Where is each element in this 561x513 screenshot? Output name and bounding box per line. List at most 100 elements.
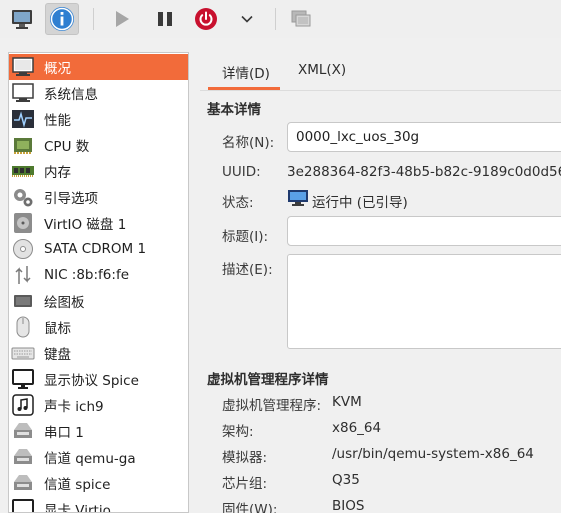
toolbar-separator (93, 8, 94, 30)
sidebar-item-system-info[interactable]: 系统信息 (9, 80, 188, 106)
firmware-label: 固件(W): (222, 502, 278, 513)
sidebar-item-serial-1[interactable]: 串口 1 (9, 418, 188, 444)
console-view-button[interactable] (5, 3, 39, 35)
chipset-value: Q35 (332, 472, 360, 488)
sidebar-item-label: 引导选项 (44, 191, 98, 207)
hypervisor-details-heading: 虚拟机管理程序详情 (207, 372, 329, 388)
boot-gears-icon (11, 185, 35, 209)
sidebar-item-label: NIC :8b:f6:fe (44, 267, 130, 283)
architecture-value: x86_64 (332, 420, 382, 436)
sidebar-item-memory[interactable]: 内存 (9, 158, 188, 184)
sound-card-icon (11, 393, 35, 417)
vm-details-window: 概况 系统信息 性能 CPU 数 内存 引导选项 VirtIO 磁盘 1 SAT… (0, 0, 561, 513)
memory-module-icon (11, 159, 35, 183)
sidebar-item-cpu[interactable]: CPU 数 (9, 132, 188, 158)
tab-details[interactable]: 详情(D) (222, 62, 270, 82)
hypervisor-value: KVM (332, 394, 362, 410)
sidebar-item-label: 性能 (44, 113, 71, 129)
sidebar-item-label: 显示协议 Spice (44, 373, 139, 389)
toolbar (0, 0, 561, 38)
system-info-monitor-icon (11, 81, 35, 105)
keyboard-icon (11, 341, 35, 365)
mouse-icon (11, 315, 35, 339)
pause-icon (158, 12, 172, 26)
running-monitor-icon (287, 189, 309, 211)
firmware-value: BIOS (332, 498, 365, 513)
sidebar-item-label: 系统信息 (44, 87, 98, 103)
sidebar-item-tablet[interactable]: 绘图板 (9, 288, 188, 314)
sidebar-item-label: 键盘 (44, 347, 71, 363)
tab-divider (200, 90, 561, 91)
monitor-icon (12, 10, 32, 29)
title-label: 标题(I): (222, 229, 269, 245)
name-label: 名称(N): (222, 135, 275, 151)
sidebar-item-virtio-disk[interactable]: VirtIO 磁盘 1 (9, 210, 188, 236)
uuid-label: UUID: (222, 164, 261, 180)
status-value: 运行中 (已引导) (312, 195, 408, 211)
snapshots-button[interactable] (284, 3, 318, 35)
sidebar-item-overview[interactable]: 概况 (9, 54, 188, 80)
sidebar-item-nic[interactable]: NIC :8b:f6:fe (9, 262, 188, 288)
display-monitor-icon (11, 367, 35, 391)
channel-qemu-ga-icon (11, 445, 35, 469)
chevron-down-icon (241, 15, 253, 23)
sidebar-item-label: CPU 数 (44, 139, 90, 155)
sidebar-item-label: 串口 1 (44, 425, 84, 441)
sidebar-item-label: 绘图板 (44, 295, 85, 311)
performance-graph-icon (11, 107, 35, 131)
sidebar-item-label: 鼠标 (44, 321, 71, 337)
cpu-chip-icon (11, 133, 35, 157)
sidebar-item-mouse[interactable]: 鼠标 (9, 314, 188, 340)
info-icon (50, 7, 74, 31)
shutdown-button[interactable] (189, 3, 223, 35)
chipset-label: 芯片组: (222, 476, 268, 492)
sidebar-item-display-spice[interactable]: 显示协议 Spice (9, 366, 188, 392)
power-icon (195, 8, 217, 30)
run-button[interactable] (105, 3, 139, 35)
emulator-value: /usr/bin/qemu-system-x86_64 (332, 446, 534, 462)
tab-bar: 详情(D) XML(X) (200, 52, 561, 90)
name-field[interactable] (287, 122, 561, 152)
tablet-icon (11, 289, 35, 313)
hypervisor-label: 虚拟机管理程序: (222, 398, 322, 414)
sidebar-item-boot-options[interactable]: 引导选项 (9, 184, 188, 210)
sidebar-item-label: SATA CDROM 1 (44, 241, 147, 257)
details-panel: 详情(D) XML(X) 基本详情 名称(N): UUID: 3e288364-… (200, 52, 561, 513)
sidebar-item-label: 声卡 ich9 (44, 399, 104, 415)
description-label: 描述(E): (222, 262, 273, 278)
network-arrows-icon (11, 263, 35, 287)
basic-details-heading: 基本详情 (207, 102, 261, 118)
uuid-value: 3e288364-82f3-48b5-b82c-9189c0d0d56f (287, 164, 561, 180)
description-field[interactable] (287, 254, 561, 349)
sidebar-item-label: 信道 spice (44, 477, 111, 493)
sidebar-item-label: 显卡 Virtio (44, 503, 111, 513)
sidebar-item-performance[interactable]: 性能 (9, 106, 188, 132)
sidebar-item-label: 内存 (44, 165, 71, 181)
channel-spice-icon (11, 471, 35, 495)
architecture-label: 架构: (222, 424, 254, 440)
tab-xml[interactable]: XML(X) (298, 62, 346, 78)
snapshot-icon (291, 10, 311, 27)
hard-disk-icon (11, 211, 35, 235)
details-view-button[interactable] (45, 3, 79, 35)
sidebar-item-channel-qemu-ga[interactable]: 信道 qemu-ga (9, 444, 188, 470)
title-field[interactable] (287, 216, 561, 246)
sidebar-item-sata-cdrom[interactable]: SATA CDROM 1 (9, 236, 188, 262)
sidebar-item-label: VirtIO 磁盘 1 (44, 217, 127, 233)
toolbar-separator (275, 8, 276, 30)
sidebar-item-sound-ich9[interactable]: 声卡 ich9 (9, 392, 188, 418)
serial-port-icon (11, 419, 35, 443)
status-label: 状态: (222, 195, 254, 211)
sidebar-item-keyboard[interactable]: 键盘 (9, 340, 188, 366)
emulator-label: 模拟器: (222, 450, 268, 466)
sidebar-item-label: 概况 (44, 61, 71, 77)
shutdown-menu-button[interactable] (230, 3, 264, 35)
cdrom-disc-icon (11, 237, 35, 261)
sidebar-item-video-virtio[interactable]: 显卡 Virtio (9, 496, 188, 513)
pause-button[interactable] (148, 3, 182, 35)
play-icon (116, 11, 129, 27)
video-card-icon (11, 497, 35, 512)
sidebar-item-label: 信道 qemu-ga (44, 451, 136, 467)
overview-monitor-icon (11, 55, 35, 79)
sidebar-item-channel-spice[interactable]: 信道 spice (9, 470, 188, 496)
